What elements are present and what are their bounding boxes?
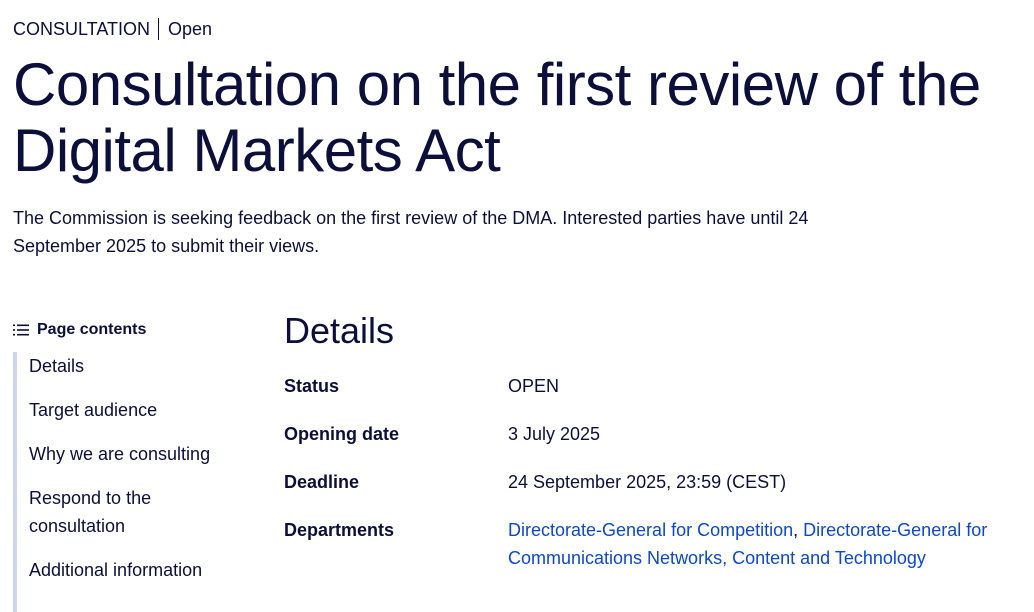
detail-label: Opening date: [284, 424, 400, 444]
details-heading: Details: [284, 310, 395, 351]
detail-row-opening-date: Opening date 3 July 2025: [284, 420, 1024, 448]
page-contents-header: Page contents: [13, 318, 253, 342]
deadline-value: 24 September 2025, 23:59 (CEST): [508, 472, 787, 492]
toc-item-details[interactable]: Details: [29, 352, 233, 380]
status-label: Open: [168, 18, 213, 39]
toc-item-target-audience[interactable]: Target audience: [29, 396, 233, 424]
department-separator: ,: [793, 520, 804, 540]
opening-date-value: 3 July 2025: [508, 424, 601, 444]
department-link-competition[interactable]: Directorate-General for Competition: [508, 520, 793, 540]
toc-item-respond[interactable]: Respond to the consultation: [29, 484, 179, 540]
detail-row-status: Status OPEN: [284, 372, 1024, 400]
detail-label: Departments: [284, 520, 395, 540]
details-section: Details Status OPEN Opening date 3 July …: [284, 310, 1024, 572]
content-type-meta: CONSULTATION Open: [13, 18, 212, 40]
list-icon: [13, 324, 29, 336]
page-contents-nav: Page contents Details Target audience Wh…: [13, 318, 253, 612]
toc-item-why-consulting[interactable]: Why we are consulting: [29, 440, 233, 468]
detail-row-deadline: Deadline 24 September 2025, 23:59 (CEST): [284, 468, 1024, 496]
departments-value: Directorate-General for Competition, Dir…: [508, 516, 1023, 572]
toc-item-additional-information[interactable]: Additional information: [29, 556, 233, 584]
detail-row-departments: Departments Directorate-General for Comp…: [284, 516, 1024, 572]
page-title: Consultation on the first review of the …: [13, 51, 981, 184]
status-value: OPEN: [508, 376, 560, 396]
detail-label: Deadline: [284, 472, 360, 492]
page-contents-heading: Page contents: [37, 321, 147, 338]
detail-label: Status: [284, 376, 340, 396]
meta-divider: [158, 18, 160, 40]
page-lead: The Commission is seeking feedback on th…: [13, 208, 809, 256]
page-contents-list: Details Target audience Why we are consu…: [13, 352, 233, 612]
content-type-label: CONSULTATION: [13, 18, 151, 39]
